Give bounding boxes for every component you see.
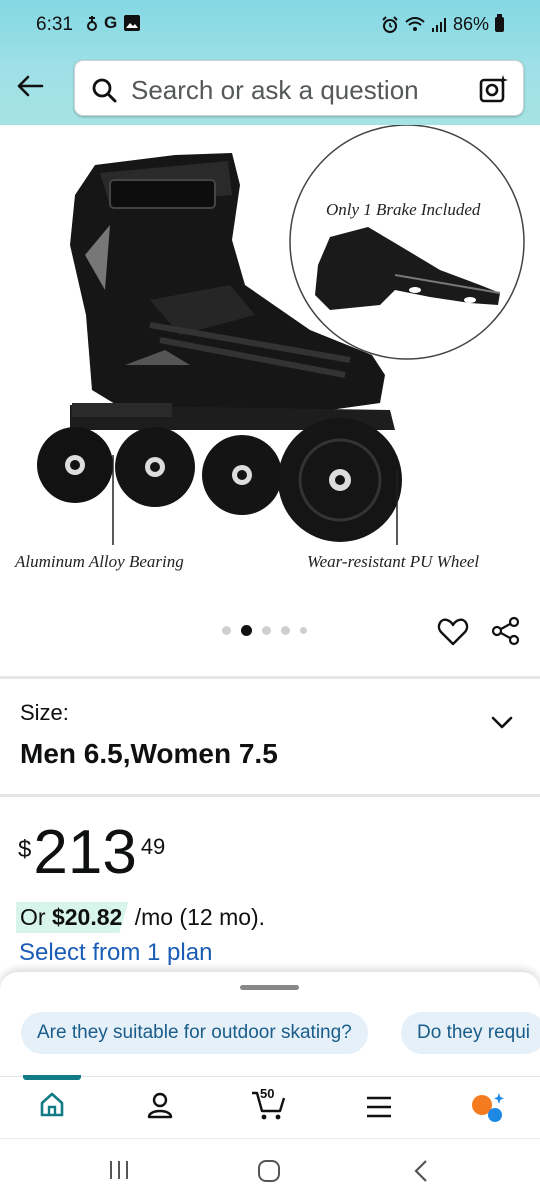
size-value: Men 6.5,Women 7.5	[20, 738, 278, 769]
google-status-icon: G	[104, 13, 118, 32]
financing-prefix: Or	[20, 904, 52, 930]
rufus-icon	[472, 1093, 504, 1122]
product-image[interactable]: Only 1 Brake Included Aluminum Alloy Bea…	[0, 124, 540, 595]
wheel-caption: Wear-resistant PU Wheel	[307, 552, 480, 571]
wheels	[37, 418, 402, 542]
question-chip[interactable]: Are they suitable for outdoor skating?	[21, 1012, 368, 1054]
financing-suffix: /mo (12 mo).	[128, 904, 266, 930]
nav-rufus[interactable]	[470, 1091, 506, 1130]
search-input[interactable]: Search or ask a question	[74, 60, 524, 116]
arrow-left-icon	[17, 75, 44, 97]
status-left-icons: G	[86, 13, 141, 33]
nav-cart[interactable]: 50	[250, 1086, 288, 1126]
carousel-dots[interactable]	[222, 625, 307, 636]
financing-amount: $20.82	[51, 904, 123, 930]
system-back-button[interactable]	[412, 1159, 430, 1188]
question-chip[interactable]: Do they requi	[401, 1012, 540, 1054]
status-right: 86%	[381, 14, 504, 35]
divider	[0, 676, 540, 679]
battery-icon	[495, 14, 504, 32]
bearing-caption: Aluminum Alloy Bearing	[15, 552, 184, 571]
questions-sheet[interactable]: Are they suitable for outdoor skating? D…	[0, 972, 540, 1076]
search-placeholder: Search or ask a question	[131, 75, 419, 105]
bottom-nav: 50	[0, 1075, 540, 1138]
home-icon	[40, 1092, 64, 1117]
notification-icon	[87, 16, 97, 31]
status-time: 6:31	[36, 14, 73, 35]
battery-percent: 86%	[452, 14, 489, 34]
wifi-icon	[405, 16, 425, 31]
nav-account[interactable]	[146, 1091, 174, 1124]
brake-caption: Only 1 Brake Included	[326, 200, 481, 219]
heart-icon[interactable]	[437, 617, 469, 647]
nav-home[interactable]	[38, 1091, 66, 1124]
recent-apps-icon	[110, 1161, 128, 1179]
price-symbol: $	[18, 836, 32, 863]
signal-icon	[431, 17, 446, 32]
financing-text: Or $20.82 /mo (12 mo).	[16, 902, 266, 933]
app-header: 6:31 G 86% Search or ask a question	[0, 0, 540, 125]
carousel-dot[interactable]	[262, 626, 271, 635]
chevron-left-icon	[414, 1160, 427, 1182]
account-icon	[147, 1092, 173, 1119]
gallery-icon	[124, 15, 141, 31]
menu-icon	[367, 1096, 391, 1118]
search-icon	[92, 78, 117, 103]
select-plan-link[interactable]: Select from 1 plan	[19, 939, 212, 967]
back-button[interactable]	[14, 70, 46, 102]
size-label: Size:	[20, 700, 69, 725]
carousel-dot[interactable]	[222, 626, 231, 635]
system-nav-bar	[0, 1138, 540, 1200]
price-fraction: 49	[140, 834, 166, 859]
cart-count: 50	[260, 1086, 275, 1101]
nav-menu[interactable]	[365, 1095, 393, 1124]
carousel-dot[interactable]	[300, 627, 307, 634]
divider	[0, 794, 540, 797]
alarm-icon	[382, 15, 398, 33]
sheet-handle[interactable]	[240, 985, 299, 990]
home-circle-icon	[258, 1160, 280, 1182]
share-icon[interactable]	[491, 616, 521, 646]
carousel-dot[interactable]	[281, 626, 290, 635]
home-button[interactable]	[257, 1159, 281, 1188]
price: $ 213 49	[18, 822, 165, 884]
price-whole: 213	[33, 818, 137, 887]
recent-apps-button[interactable]	[108, 1159, 130, 1186]
active-tab-indicator	[23, 1075, 81, 1080]
financing-highlight: Or $20.82	[16, 902, 129, 933]
chevron-down-icon[interactable]	[490, 714, 514, 730]
status-bar: 6:31 G 86%	[0, 0, 540, 50]
carousel-dot-active[interactable]	[241, 625, 252, 636]
inline-skate-image	[37, 124, 525, 545]
camera-icon[interactable]	[479, 74, 509, 104]
